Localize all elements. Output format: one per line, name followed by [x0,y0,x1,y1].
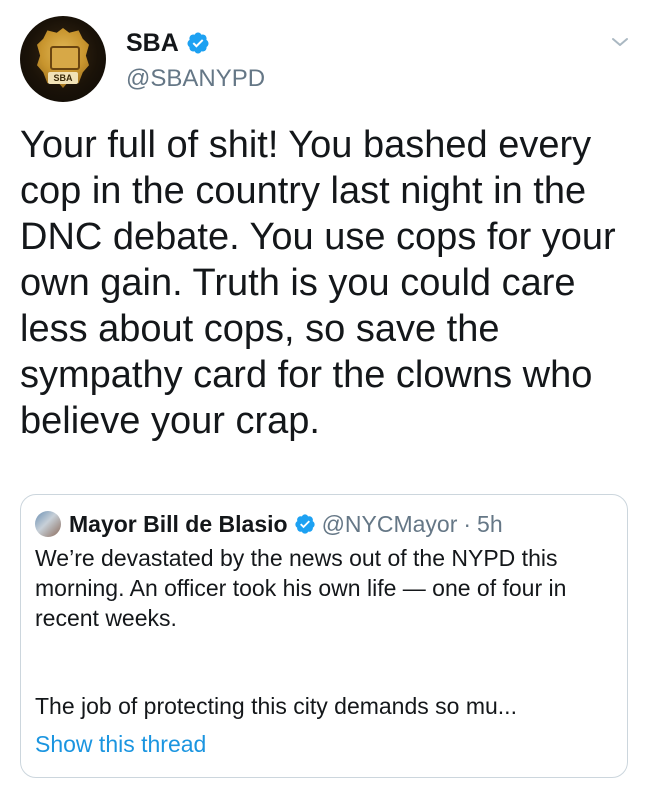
quoted-tweet[interactable]: Mayor Bill de Blasio @NYCMayor · 5h We’r… [20,494,628,778]
avatar-badge-label: SBA [48,72,78,84]
tweet-body-text: Your full of shit! You bashed every cop … [20,124,616,442]
separator-dot: · [463,510,472,537]
quoted-author-name: Mayor Bill de Blasio [69,510,288,537]
quoted-tweet-header: Mayor Bill de Blasio @NYCMayor · 5h [35,509,503,539]
author-avatar[interactable]: SBA [20,16,106,102]
verified-badge-icon [294,514,315,534]
show-thread-link[interactable]: Show this thread [35,729,206,759]
quoted-tweet-timestamp: 5h [477,510,503,537]
chevron-down-icon[interactable] [608,30,632,54]
tweet-card: SBA SBA @SBANYPD Your full of shit! You … [0,0,648,800]
tweet-header: SBA SBA @SBANYPD [20,16,632,102]
quoted-author-avatar [35,511,61,537]
quoted-tweet-paragraph-2: The job of protecting this city demands … [35,693,517,719]
quoted-tweet-paragraph-1: We’re devastated by the news out of the … [35,545,567,631]
verified-badge-icon [187,32,209,54]
quoted-author-handle: @NYCMayor [321,510,458,537]
author-display-name[interactable]: SBA [126,28,179,58]
badge-emblem [50,46,80,70]
author-name-row: SBA [126,26,210,60]
author-handle[interactable]: @SBANYPD [126,64,265,94]
